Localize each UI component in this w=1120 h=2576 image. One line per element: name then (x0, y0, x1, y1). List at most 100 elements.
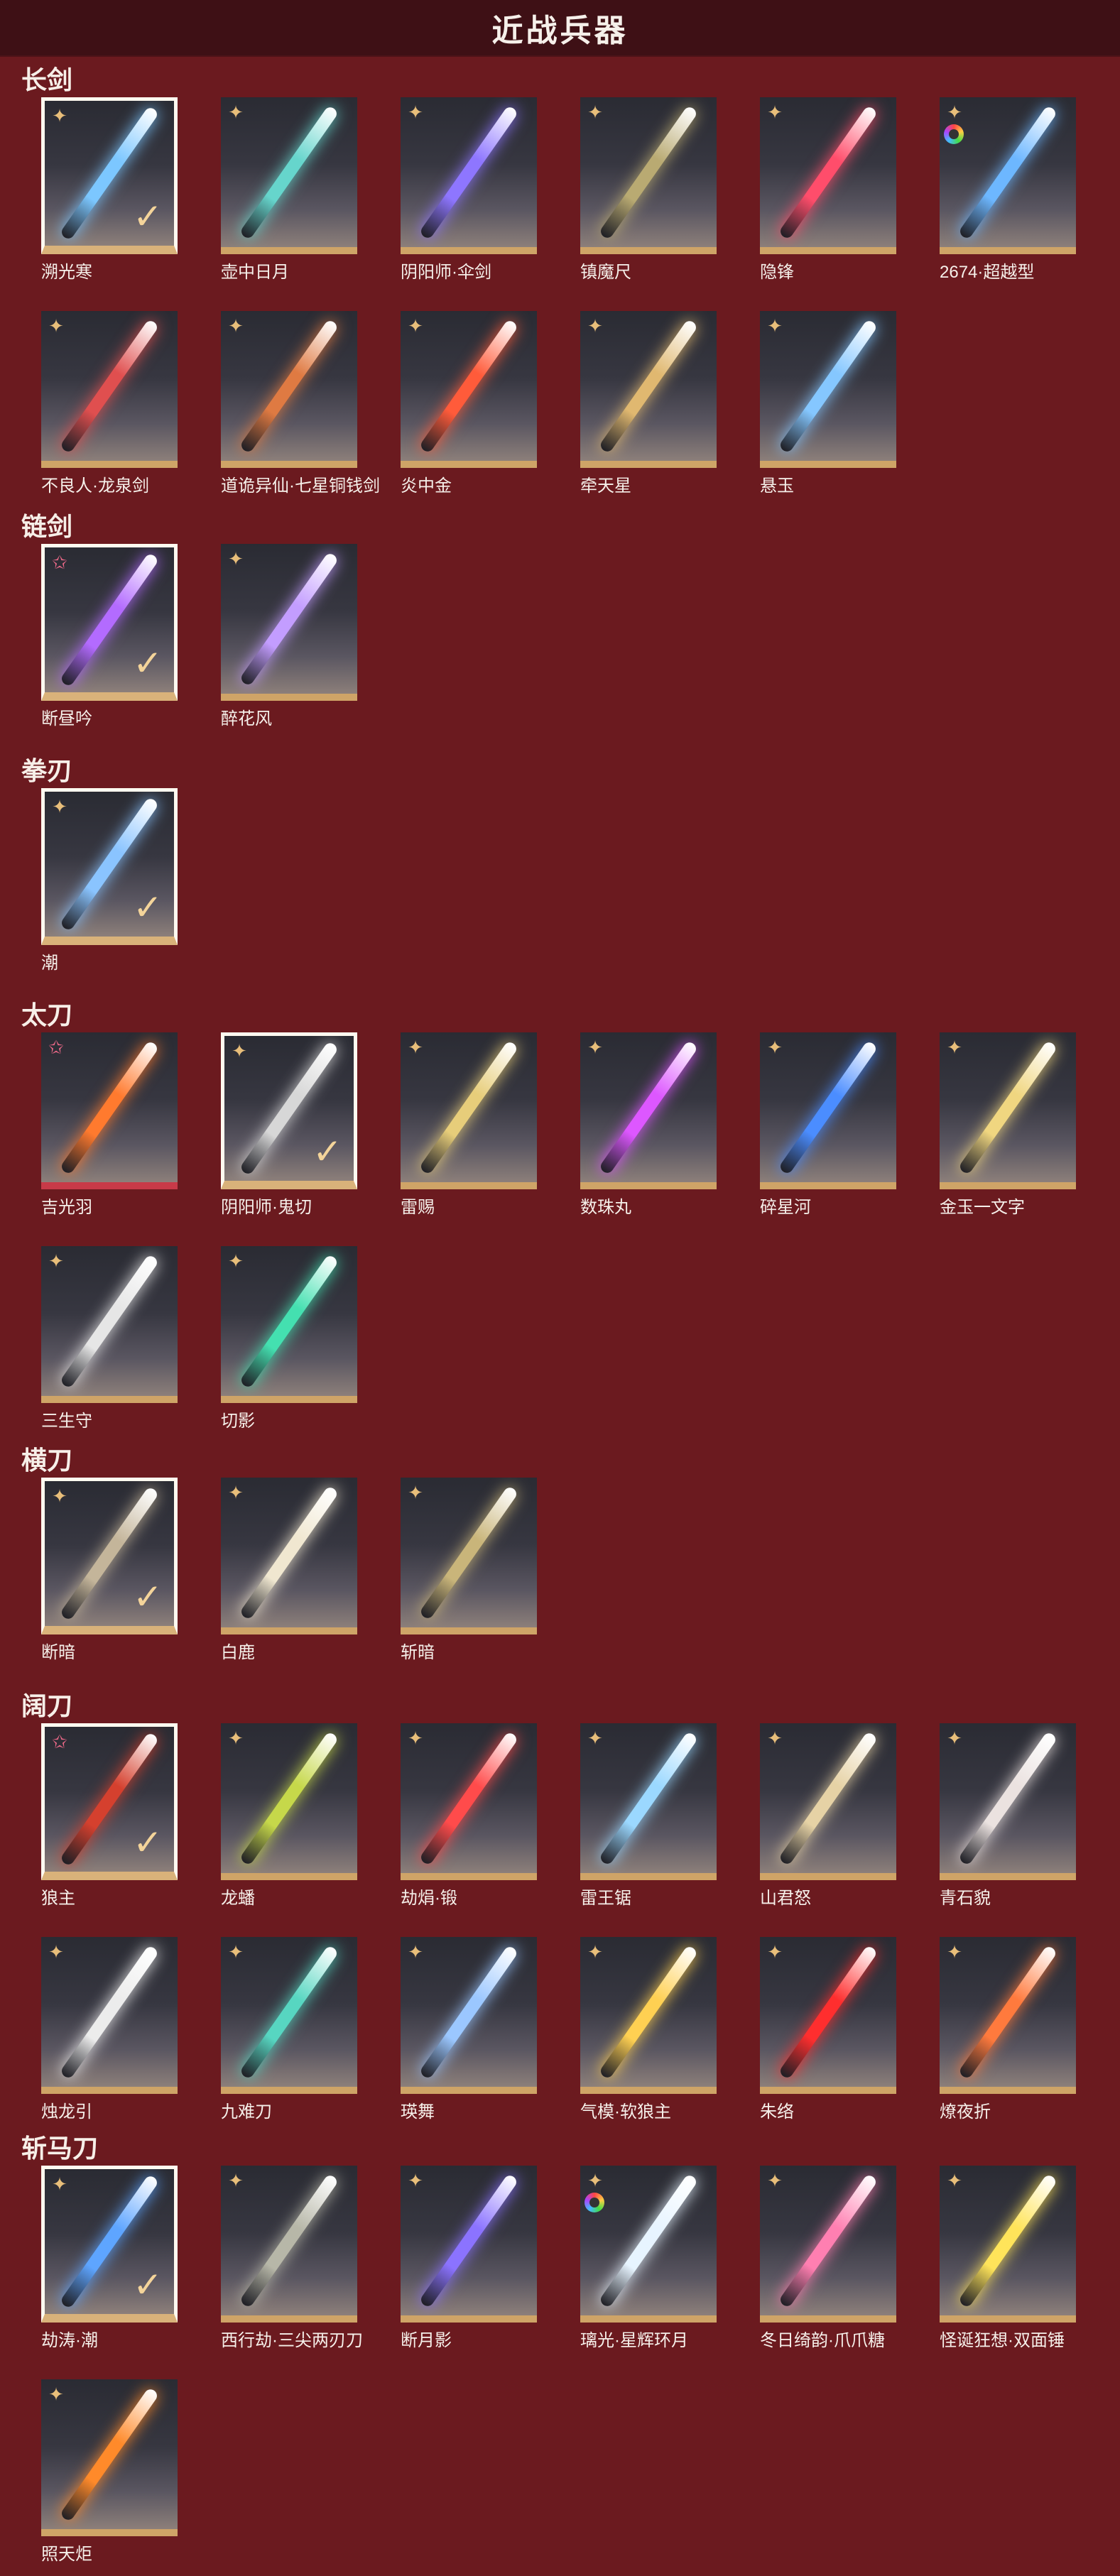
weapon-card[interactable]: ✦ (221, 1478, 357, 1634)
weapon-item[interactable]: ✦ ✓ 潮 (41, 788, 178, 973)
diamond-rank-icon: ✦ (228, 1250, 244, 1272)
weapon-item[interactable]: ✦ 悬玉 (760, 311, 896, 496)
weapon-item[interactable]: ✦ 金玉一文字 (940, 1032, 1076, 1217)
weapon-item[interactable]: ✦ 雷赐 (401, 1032, 537, 1217)
weapon-name: 三生守 (41, 1412, 92, 1431)
weapon-card[interactable]: ✦ ✓ (41, 97, 178, 254)
weapon-item[interactable]: ✦ 璃光·星辉环月 (580, 2166, 717, 2350)
weapon-item[interactable]: ✦ 醉花风 (221, 544, 357, 728)
weapon-item[interactable]: ✦ 朱络 (760, 1937, 896, 2122)
weapon-card[interactable]: ✦ (221, 1246, 357, 1403)
weapon-name: 燎夜折 (940, 2102, 991, 2122)
weapon-item[interactable]: ✦ 九难刀 (221, 1937, 357, 2122)
weapon-item[interactable]: ✦ 道诡异仙·七星铜钱剑 (221, 311, 380, 496)
weapon-card[interactable]: ✦ (760, 97, 896, 254)
weapon-item[interactable]: ✦ 瑛舞 (401, 1937, 537, 2122)
weapon-item[interactable]: ✦ 燎夜折 (940, 1937, 1076, 2122)
weapon-item[interactable]: ✦ 冬日绮韵·爪爪糖 (760, 2166, 896, 2350)
weapon-image-icon (59, 1039, 160, 1175)
weapon-image-icon (239, 318, 339, 454)
weapon-card[interactable]: ✦ (221, 1937, 357, 2094)
diamond-rank-icon: ✦ (52, 105, 67, 126)
weapon-card[interactable]: ✦ (221, 97, 357, 254)
weapon-card[interactable]: ✦ (401, 1723, 537, 1880)
weapon-item[interactable]: ✩ ✓ 断昼吟 (41, 544, 178, 728)
weapon-card[interactable]: ✦ (41, 1937, 178, 2094)
weapon-card[interactable]: ✦ (760, 2166, 896, 2323)
weapon-item[interactable]: ✦ 壶中日月 (221, 97, 357, 282)
weapon-card[interactable]: ✦ (401, 1937, 537, 2094)
weapon-card[interactable]: ✦ (401, 1478, 537, 1634)
weapon-card[interactable]: ✦ (580, 311, 717, 468)
weapon-item[interactable]: ✦ 炎中金 (401, 311, 537, 496)
diamond-rank-icon: ✦ (52, 796, 67, 817)
weapon-card[interactable]: ✦ (580, 2166, 717, 2323)
weapon-card[interactable]: ✦ (580, 1032, 717, 1189)
weapon-card[interactable]: ✦ (221, 1723, 357, 1880)
weapon-item[interactable]: ✦ 青石貌 (940, 1723, 1076, 1908)
weapon-card[interactable]: ✦ (401, 311, 537, 468)
weapon-card[interactable]: ✦ (580, 1723, 717, 1880)
weapon-item[interactable]: ✦ 斩暗 (401, 1478, 537, 1662)
weapon-card[interactable]: ✦ (41, 311, 178, 468)
weapon-card[interactable]: ✦ (221, 544, 357, 701)
weapon-card[interactable]: ✦ (760, 1723, 896, 1880)
weapon-card[interactable]: ✦ (401, 1032, 537, 1189)
weapon-item[interactable]: ✦ 白鹿 (221, 1478, 357, 1662)
weapon-card[interactable]: ✦ (940, 97, 1076, 254)
weapon-card[interactable]: ✩ ✓ (41, 544, 178, 701)
weapon-item[interactable]: ✦ 断月影 (401, 2166, 537, 2350)
rainbow-ring-icon (944, 124, 964, 144)
weapon-name: 不良人·龙泉剑 (41, 476, 149, 496)
weapon-item[interactable]: ✦ 牵天星 (580, 311, 717, 496)
weapon-item[interactable]: ✦ 雷王锯 (580, 1723, 717, 1908)
weapon-card[interactable]: ✦ ✓ (41, 788, 178, 945)
weapon-item[interactable]: ✦ 三生守 (41, 1246, 178, 1431)
weapon-image-icon (239, 1944, 339, 2080)
weapon-item[interactable]: ✩ ✓ 狼主 (41, 1723, 178, 1908)
weapon-item[interactable]: ✦ 不良人·龙泉剑 (41, 311, 178, 496)
weapon-card[interactable]: ✦ (41, 2379, 178, 2536)
weapon-item[interactable]: ✦ 气模·软狼主 (580, 1937, 717, 2122)
weapon-item[interactable]: ✦ 2674·超越型 (940, 97, 1076, 282)
weapon-item[interactable]: ✦ ✓ 劫涛·潮 (41, 2166, 178, 2350)
weapon-item[interactable]: ✦ 龙蟠 (221, 1723, 357, 1908)
weapon-item[interactable]: ✦ 阴阳师·伞剑 (401, 97, 537, 282)
weapon-card[interactable]: ✦ (940, 1723, 1076, 1880)
weapon-image-icon (778, 2173, 879, 2308)
weapon-item[interactable]: ✩ 吉光羽 (41, 1032, 178, 1217)
weapon-card[interactable]: ✦ (401, 2166, 537, 2323)
weapon-card[interactable]: ✦ (760, 1032, 896, 1189)
weapon-item[interactable]: ✦ ✓ 溯光寒 (41, 97, 178, 282)
weapon-item[interactable]: ✦ 照天炬 (41, 2379, 178, 2564)
weapon-card[interactable]: ✩ (41, 1032, 178, 1189)
weapon-card[interactable]: ✦ (41, 1246, 178, 1403)
diamond-rank-icon: ✦ (408, 1482, 423, 1503)
weapon-item[interactable]: ✦ 怪诞狂想·双面锤 (940, 2166, 1076, 2350)
weapon-card[interactable]: ✦ (580, 97, 717, 254)
weapon-card[interactable]: ✦ (221, 2166, 357, 2323)
weapon-card[interactable]: ✩ ✓ (41, 1723, 178, 1880)
weapon-item[interactable]: ✦ ✓ 断暗 (41, 1478, 178, 1662)
weapon-item[interactable]: ✦ 数珠丸 (580, 1032, 717, 1217)
weapon-card[interactable]: ✦ (940, 2166, 1076, 2323)
weapon-item[interactable]: ✦ 碎星河 (760, 1032, 896, 1217)
weapon-card[interactable]: ✦ (760, 1937, 896, 2094)
weapon-item[interactable]: ✦ 隐锋 (760, 97, 896, 282)
weapon-card[interactable]: ✦ (580, 1937, 717, 2094)
weapon-card[interactable]: ✦ (401, 97, 537, 254)
weapon-item[interactable]: ✦ 镇魔尺 (580, 97, 717, 282)
weapon-item[interactable]: ✦ 劫焆·锻 (401, 1723, 537, 1908)
weapon-card[interactable]: ✦ ✓ (41, 1478, 178, 1634)
weapon-card[interactable]: ✦ (940, 1032, 1076, 1189)
weapon-item[interactable]: ✦ 切影 (221, 1246, 357, 1431)
weapon-card[interactable]: ✦ ✓ (41, 2166, 178, 2323)
weapon-item[interactable]: ✦ ✓ 阴阳师·鬼切 (221, 1032, 357, 1217)
weapon-card[interactable]: ✦ (760, 311, 896, 468)
weapon-item[interactable]: ✦ 烛龙引 (41, 1937, 178, 2122)
weapon-card[interactable]: ✦ ✓ (221, 1032, 357, 1189)
weapon-item[interactable]: ✦ 山君怒 (760, 1723, 896, 1908)
weapon-item[interactable]: ✦ 西行劫·三尖两刃刀 (221, 2166, 363, 2350)
weapon-card[interactable]: ✦ (221, 311, 357, 468)
weapon-card[interactable]: ✦ (940, 1937, 1076, 2094)
